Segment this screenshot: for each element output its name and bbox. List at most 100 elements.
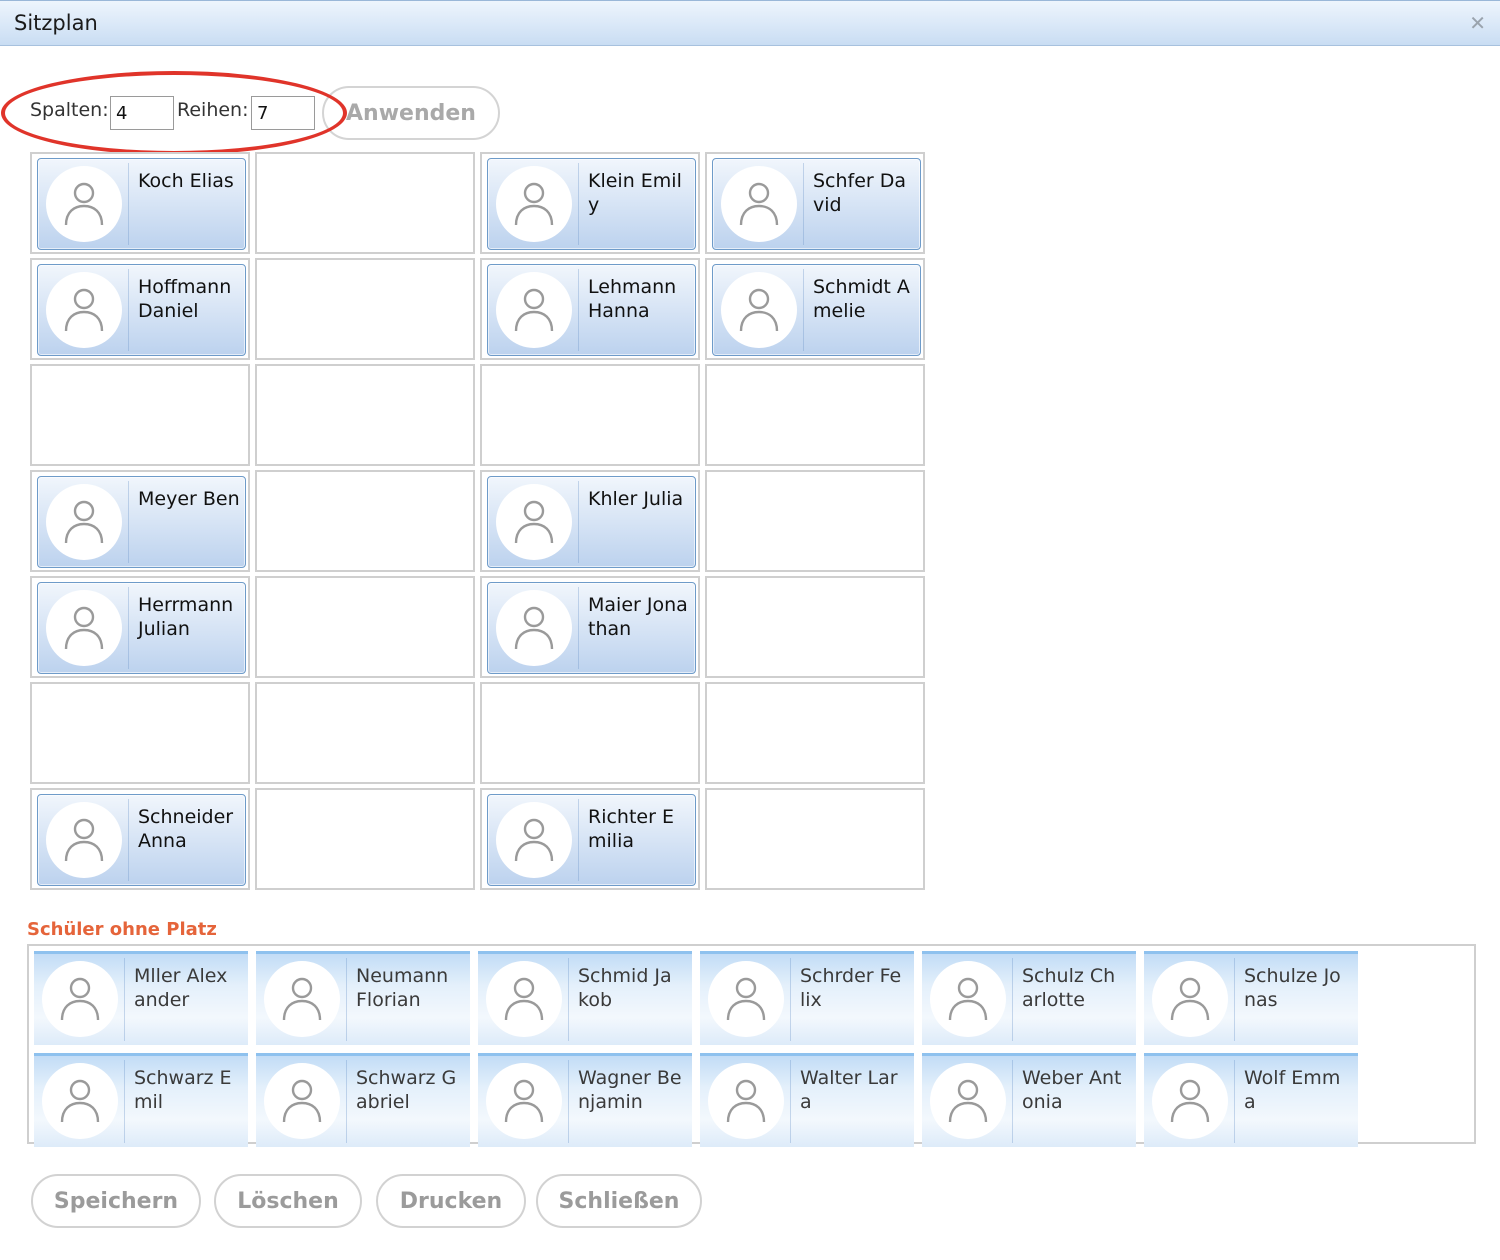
unassigned-student-card[interactable]: Schulze Jonas (1144, 951, 1358, 1045)
student-name: Hoffmann Daniel (138, 276, 232, 322)
seat-cell[interactable] (705, 470, 925, 572)
seat-cell[interactable] (255, 364, 475, 466)
card-divider (568, 1060, 569, 1143)
person-icon (514, 500, 554, 544)
unassigned-student-card[interactable]: Mller Alexander (34, 951, 248, 1045)
student-name: Khler Julia (588, 488, 684, 510)
avatar (930, 1063, 1006, 1139)
student-card[interactable]: Lehmann Hanna (487, 264, 696, 356)
seat-cell[interactable] (705, 364, 925, 466)
person-icon (514, 606, 554, 650)
avatar (42, 961, 118, 1037)
seat-cell[interactable]: Khler Julia (480, 470, 700, 572)
columns-input[interactable] (110, 96, 174, 130)
seat-cell[interactable] (30, 364, 250, 466)
student-name: Wolf Emma (1244, 1067, 1341, 1113)
card-divider (128, 269, 129, 351)
print-button[interactable]: Drucken (376, 1174, 526, 1228)
seat-cell[interactable] (705, 788, 925, 890)
seat-cell[interactable]: Klein Emily (480, 152, 700, 254)
close-button[interactable]: Schließen (536, 1174, 702, 1228)
avatar (496, 590, 572, 666)
seat-cell[interactable]: Hoffmann Daniel (30, 258, 250, 360)
seat-cell[interactable]: Herrmann Julian (30, 576, 250, 678)
card-divider (1012, 958, 1013, 1041)
seat-cell[interactable] (30, 682, 250, 784)
seat-cell[interactable] (705, 682, 925, 784)
seat-cell[interactable] (705, 576, 925, 678)
seat-cell[interactable]: Lehmann Hanna (480, 258, 700, 360)
student-card[interactable]: Herrmann Julian (37, 582, 246, 674)
person-icon (739, 288, 779, 332)
student-name: Schwarz Gabriel (356, 1067, 457, 1113)
student-card[interactable]: Schmidt Amelie (712, 264, 921, 356)
unassigned-student-card[interactable]: Walter Lara (700, 1053, 914, 1147)
unassigned-student-card[interactable]: Wagner Benjamin (478, 1053, 692, 1147)
student-name: Maier Jonathan (588, 594, 688, 640)
seat-cell[interactable] (255, 258, 475, 360)
person-icon (60, 1079, 100, 1123)
seat-cell[interactable] (480, 682, 700, 784)
seat-cell[interactable]: Schfer David (705, 152, 925, 254)
card-divider (124, 958, 125, 1041)
card-divider (578, 269, 579, 351)
apply-button[interactable]: Anwenden (322, 86, 500, 140)
seat-cell[interactable]: Richter Emilia (480, 788, 700, 890)
student-card[interactable]: Klein Emily (487, 158, 696, 250)
student-card[interactable]: Richter Emilia (487, 794, 696, 886)
seat-cell[interactable]: Schneider Anna (30, 788, 250, 890)
seat-cell[interactable] (255, 788, 475, 890)
person-icon (514, 818, 554, 862)
seat-cell[interactable] (255, 576, 475, 678)
seat-cell[interactable] (255, 470, 475, 572)
seat-grid: Koch Elias Klein Emily Schfer David Hoffman… (30, 152, 925, 890)
student-card[interactable]: Schfer David (712, 158, 921, 250)
student-card[interactable]: Maier Jonathan (487, 582, 696, 674)
student-card[interactable]: Koch Elias (37, 158, 246, 250)
unassigned-student-card[interactable]: Weber Antonia (922, 1053, 1136, 1147)
unassigned-student-card[interactable]: Schwarz Gabriel (256, 1053, 470, 1147)
save-button[interactable]: Speichern (31, 1174, 201, 1228)
unassigned-student-card[interactable]: Wolf Emma (1144, 1053, 1358, 1147)
card-divider (578, 163, 579, 245)
person-icon (514, 288, 554, 332)
person-icon (1170, 977, 1210, 1021)
delete-button[interactable]: Löschen (214, 1174, 362, 1228)
student-card[interactable]: Hoffmann Daniel (37, 264, 246, 356)
avatar (708, 961, 784, 1037)
avatar (46, 802, 122, 878)
unassigned-student-card[interactable]: Schwarz Emil (34, 1053, 248, 1147)
unassigned-student-card[interactable]: Neumann Florian (256, 951, 470, 1045)
person-icon (64, 500, 104, 544)
rows-input[interactable] (251, 96, 315, 130)
student-name: Schfer David (813, 170, 907, 216)
seat-cell[interactable] (255, 682, 475, 784)
card-divider (803, 163, 804, 245)
close-icon[interactable]: ✕ (1469, 11, 1486, 35)
student-card[interactable]: Schneider Anna (37, 794, 246, 886)
student-card[interactable]: Meyer Ben (37, 476, 246, 568)
person-icon (739, 182, 779, 226)
card-divider (128, 587, 129, 669)
unassigned-student-card[interactable]: Schulz Charlotte (922, 951, 1136, 1045)
seat-cell[interactable] (480, 364, 700, 466)
unassigned-student-card[interactable]: Schrder Felix (700, 951, 914, 1045)
student-card[interactable]: Khler Julia (487, 476, 696, 568)
card-divider (128, 163, 129, 245)
seat-cell[interactable]: Schmidt Amelie (705, 258, 925, 360)
seat-cell[interactable]: Maier Jonathan (480, 576, 700, 678)
seat-cell[interactable]: Koch Elias (30, 152, 250, 254)
student-name: Mller Alexander (134, 965, 228, 1011)
card-divider (803, 269, 804, 351)
seat-cell[interactable] (255, 152, 475, 254)
student-name: Schmidt Amelie (813, 276, 910, 322)
avatar (1152, 961, 1228, 1037)
student-name: Lehmann Hanna (588, 276, 677, 322)
avatar (264, 1063, 340, 1139)
window-title: Sitzplan (14, 11, 98, 35)
avatar (264, 961, 340, 1037)
person-icon (64, 818, 104, 862)
seat-cell[interactable]: Meyer Ben (30, 470, 250, 572)
student-name: Koch Elias (138, 170, 234, 192)
unassigned-student-card[interactable]: Schmid Jakob (478, 951, 692, 1045)
